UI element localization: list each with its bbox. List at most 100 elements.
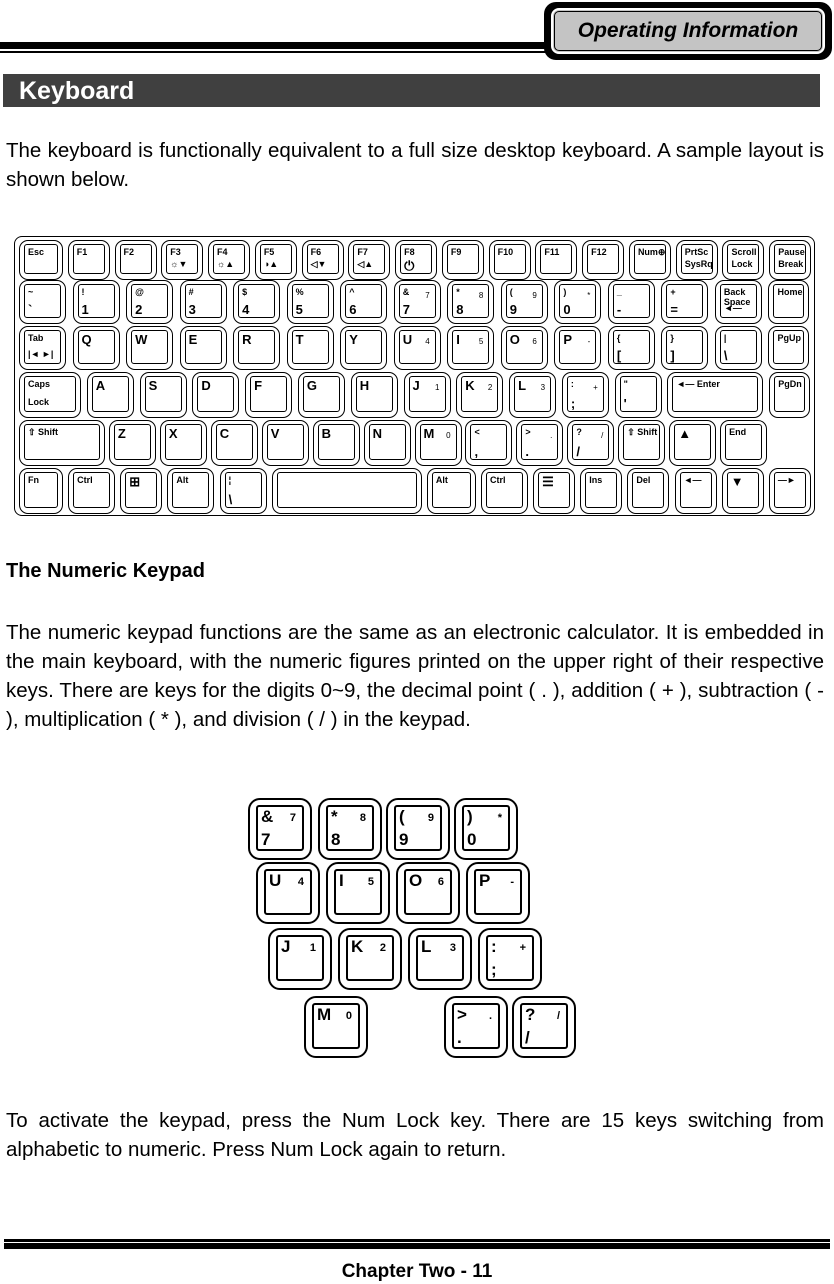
key: F1 <box>67 240 110 280</box>
key: ⇧ Shift <box>19 420 105 466</box>
key: F3 ☼▼ <box>161 240 204 280</box>
key-label: R <box>242 332 252 347</box>
key-sublabel: \ <box>723 348 728 363</box>
key: F8 ⏻ <box>395 240 438 280</box>
keypad-key: >.. <box>444 996 508 1058</box>
key-label: PrtSc <box>684 247 709 257</box>
key-label: ( <box>509 287 513 297</box>
keypad-key: K2 <box>338 928 402 990</box>
keypad-key-label: ( <box>399 807 405 826</box>
keypad-key: :; + <box>478 928 542 990</box>
keypad-key-sublabel: . <box>457 1028 462 1047</box>
key: G <box>297 372 345 418</box>
key-label: ⇧ Shift <box>28 427 59 437</box>
key-label: ! <box>81 287 85 297</box>
key: ? / / <box>567 420 615 466</box>
key-sublabel: Lock <box>731 259 753 269</box>
key-sublabel: ◁▲ <box>357 259 374 269</box>
key-label: Esc <box>28 247 45 257</box>
key: PgDn <box>769 372 811 418</box>
key-label: B <box>321 426 332 441</box>
key: Ctrl <box>68 468 116 514</box>
key-sublabel: ◑▲ <box>263 259 279 269</box>
key-label: J <box>412 378 420 393</box>
key: ! 1 <box>72 280 120 324</box>
key-label: F12 <box>591 247 607 257</box>
key-numeric-label: 4 <box>425 337 430 346</box>
key: C <box>210 420 258 466</box>
key: T <box>286 326 334 370</box>
key: ▲ <box>669 420 717 466</box>
key-sublabel: 2 <box>135 302 143 317</box>
key-label: Z <box>117 426 126 441</box>
key: N <box>363 420 411 466</box>
key: F <box>245 372 293 418</box>
keypad-key: O6 <box>396 862 460 924</box>
key-sublabel: ⏻ <box>404 258 415 273</box>
footer-rule-thin <box>4 1239 830 1242</box>
key-sublabel: |◄ ►| <box>28 349 54 359</box>
key: R <box>233 326 281 370</box>
key-numeric-label: / <box>601 431 604 440</box>
key-label: Caps <box>28 379 51 389</box>
key: * 8 8 <box>447 280 495 324</box>
key: ◄— <box>674 468 717 514</box>
key: :; + <box>561 372 609 418</box>
key-label: ▲ <box>678 426 692 441</box>
key: _ - <box>607 280 655 324</box>
key-label: ▼ <box>730 474 744 489</box>
key-label: H <box>359 378 370 393</box>
key-numeric-label: 1 <box>435 383 440 392</box>
key: + = <box>661 280 709 324</box>
keypad-key-label: M <box>317 1005 332 1024</box>
key-label: F6 <box>310 247 322 257</box>
key-label: # <box>188 287 194 297</box>
key-label: ◄— <box>683 475 702 485</box>
key-label: + <box>670 287 676 297</box>
key-label: ¦ <box>228 475 232 485</box>
key: Num⊕ <box>628 240 671 280</box>
key: F10 <box>488 240 531 280</box>
key: Back Space ◄— <box>714 280 762 324</box>
keypad-key-label: J <box>281 937 291 956</box>
key-label: Num⊕ <box>637 247 666 257</box>
key <box>271 468 422 514</box>
key: Fn <box>19 468 63 514</box>
keypad-key-numeric-label: + <box>519 942 526 954</box>
keypad-key-label: ) <box>467 807 473 826</box>
key-label: Q <box>81 332 92 347</box>
key-label: F1 <box>76 247 88 257</box>
key-sublabel: 8 <box>456 302 464 317</box>
key-sublabel: SysRq <box>684 259 713 269</box>
key-numeric-label: . <box>550 431 553 440</box>
keypad-key: P- <box>466 862 530 924</box>
key-sublabel: ; <box>570 396 576 411</box>
key-label: & <box>402 287 410 297</box>
key-label: F <box>254 378 263 393</box>
key-sublabel: 1 <box>81 302 89 317</box>
key-label: D <box>201 378 211 393</box>
key: F9 <box>441 240 484 280</box>
keypad-heading: The Numeric Keypad <box>6 560 205 582</box>
key-label: Tab <box>28 333 44 343</box>
keypad-key-label: I <box>339 871 344 890</box>
key-label: Ctrl <box>490 475 506 485</box>
key-label: F4 <box>217 247 228 257</box>
keypad-key-sublabel: ; <box>491 960 497 979</box>
key-sublabel: [ <box>616 348 622 363</box>
keypad-key-sublabel: 7 <box>261 830 271 849</box>
key-label: ) <box>563 287 567 297</box>
key-label: Alt <box>435 475 448 485</box>
key-sublabel: ◄— <box>723 303 742 313</box>
key: ⇧ Shift <box>618 420 666 466</box>
key-numeric-label: 6 <box>532 337 537 346</box>
key-numeric-label: + <box>593 383 598 392</box>
key-numeric-label: * <box>587 291 591 300</box>
key: L3 <box>509 372 557 418</box>
keyboard-diagram: Esc F1 F2 F3 ☼▼ F4 ☼▲ F5 ◑▲ F6 ◁▼ F7 ◁▲ F8 ⏻ F9 F10 F11 F1… <box>14 236 815 516</box>
keypad-key: L3 <box>408 928 472 990</box>
key: W <box>126 326 174 370</box>
key: (9 9 <box>500 280 548 324</box>
keypad-key: M0 <box>304 996 368 1058</box>
key-label: < <box>474 427 480 437</box>
